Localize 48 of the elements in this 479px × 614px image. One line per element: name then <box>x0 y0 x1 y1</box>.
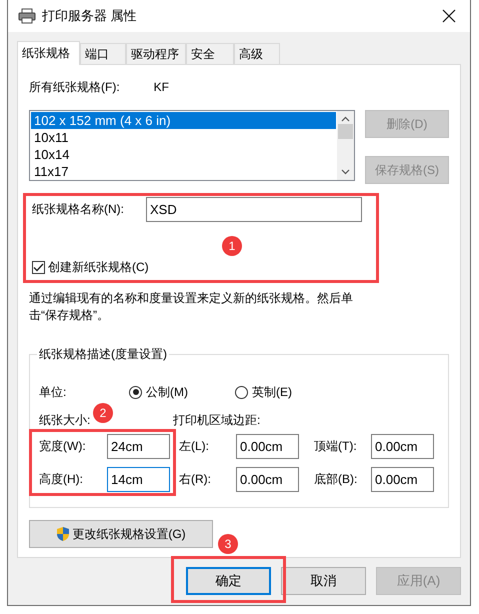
printer-icon <box>18 8 36 24</box>
list-item[interactable]: 10x14 <box>31 146 336 163</box>
paper-size-label: 纸张大小: <box>39 413 90 427</box>
margins-label: 打印机区域边距: <box>173 412 260 429</box>
radio-button[interactable] <box>129 386 142 398</box>
window-title: 打印服务器 属性 <box>42 7 137 25</box>
group-title: 纸张规格描述(度量设置) <box>37 346 169 363</box>
forms-label: 所有纸张规格(F): <box>29 78 120 96</box>
tab[interactable]: 驱动程序 <box>126 43 186 64</box>
radio-label[interactable]: 公制(M) <box>146 384 188 400</box>
size-field[interactable]: 24cm <box>107 434 170 459</box>
tab[interactable]: 安全 <box>186 43 234 64</box>
margin-label: 底部(B): <box>313 471 358 488</box>
checkbox-label[interactable]: 创建新纸张规格(C) <box>48 259 149 276</box>
list-item[interactable]: 10x11 <box>31 129 336 146</box>
size-field[interactable]: 14cm <box>107 467 170 492</box>
margin-field[interactable]: 0.00cm <box>236 467 299 492</box>
list-item[interactable]: 102 x 152 mm (4 x 6 in) <box>31 112 336 129</box>
size-label: 宽度(W): <box>39 438 87 455</box>
checkbox[interactable] <box>32 261 45 274</box>
units-label: 单位: <box>39 384 68 400</box>
scroll-thumb[interactable] <box>338 124 353 139</box>
scroll-down-icon[interactable] <box>341 169 350 175</box>
size-label: 高度(H): <box>39 471 84 488</box>
radio-label[interactable]: 英制(E) <box>252 384 292 400</box>
forms-list[interactable]: 102 x 152 mm (4 x 6 in) 10x11 10x14 11x17 <box>29 110 355 181</box>
tab[interactable]: 高级 <box>234 43 280 64</box>
margin-field[interactable]: 0.00cm <box>236 434 299 459</box>
margin-field[interactable]: 0.00cm <box>371 467 434 492</box>
margin-label: 顶端(T): <box>313 438 358 455</box>
scrollbar[interactable] <box>337 111 354 180</box>
tab[interactable]: 纸张规格 <box>17 41 80 65</box>
margin-label: 左(L): <box>178 438 210 455</box>
current-form-name: KF <box>154 80 169 94</box>
form-name-field[interactable]: XSD <box>146 197 362 222</box>
radio-button[interactable] <box>235 386 248 398</box>
form-name-label: 纸张规格名称(N): <box>32 201 124 218</box>
shield-icon <box>56 526 70 542</box>
list-item[interactable]: 11x17 <box>31 163 336 180</box>
hint-text: 通过编辑现有的名称和度量设置来定义新的纸张规格。然后单击“保存规格”。 <box>29 290 354 324</box>
close-icon[interactable] <box>442 9 456 23</box>
change-settings-button[interactable]: 更改纸张规格设置(G) <box>29 520 213 548</box>
scroll-up-icon[interactable] <box>341 116 350 122</box>
margin-field[interactable]: 0.00cm <box>371 434 434 459</box>
dialog-button[interactable]: 确定 <box>186 567 271 595</box>
margin-label: 右(R): <box>178 471 212 488</box>
dialog-button[interactable]: 取消 <box>281 567 366 595</box>
tab[interactable]: 端口 <box>80 43 126 64</box>
